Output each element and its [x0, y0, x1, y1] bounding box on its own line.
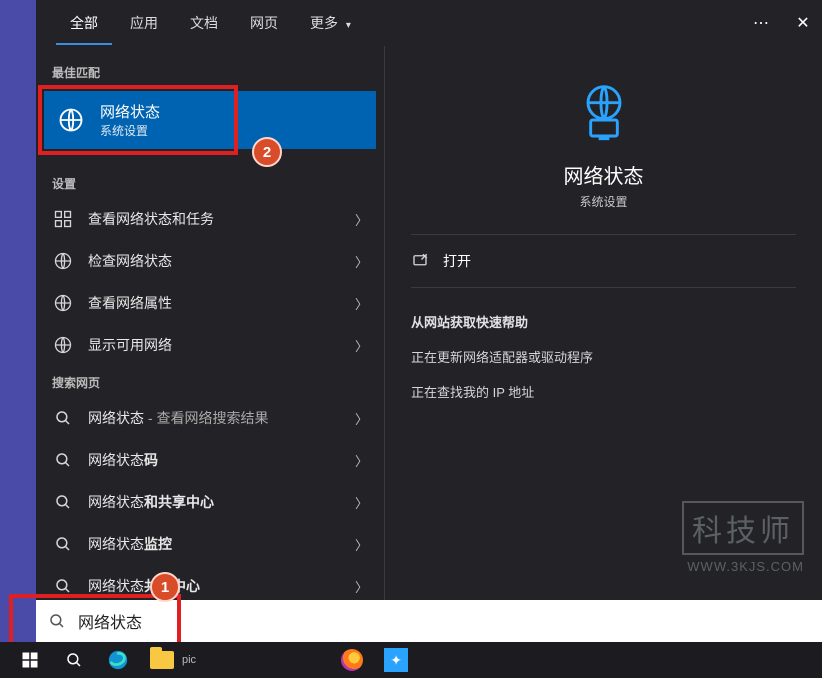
tab-web[interactable]: 网页 — [236, 1, 292, 45]
start-button[interactable] — [16, 646, 44, 674]
result-label: 检查网络状态 — [88, 251, 341, 271]
file-explorer-icon[interactable] — [148, 646, 176, 674]
annotation-marker-1: 1 — [150, 572, 180, 602]
tab-all[interactable]: 全部 — [56, 1, 112, 45]
chevron-right-icon: 〉 — [355, 577, 368, 596]
search-input[interactable] — [78, 612, 378, 630]
section-search-web: 搜索网页 — [36, 366, 384, 397]
result-label: 网络状态 - 查看网络搜索结果 — [88, 408, 341, 428]
result-label: 网络状态码 — [88, 450, 341, 470]
search-icon — [52, 491, 74, 513]
search-tabs: 全部 应用 文档 网页 更多 ▾ ⋯ ✕ — [36, 0, 822, 46]
desktop-left-strip — [0, 0, 36, 678]
annotation-marker-2: 2 — [252, 137, 282, 167]
tab-more-label: 更多 — [310, 15, 338, 31]
section-settings: 设置 — [36, 167, 384, 198]
chevron-right-icon: 〉 — [355, 336, 368, 355]
best-match-title: 网络状态 — [100, 101, 160, 122]
web-result[interactable]: 网络状态码〉 — [36, 439, 384, 481]
chevron-right-icon: 〉 — [355, 409, 368, 428]
help-heading: 从网站获取快速帮助 — [411, 312, 796, 331]
settings-result[interactable]: 检查网络状态〉 — [36, 240, 384, 282]
search-icon — [52, 533, 74, 555]
open-action[interactable]: 打开 — [411, 235, 796, 288]
detail-pane: 网络状态 系统设置 打开 从网站获取快速帮助 正在更新网络适配器或驱动程序正在查… — [384, 46, 822, 640]
web-result[interactable]: 网络状态监控〉 — [36, 523, 384, 565]
control-panel-icon — [52, 208, 74, 230]
chevron-down-icon: ▾ — [346, 20, 351, 31]
chevron-right-icon: 〉 — [355, 493, 368, 512]
close-button[interactable]: ✕ — [784, 13, 822, 33]
firefox-icon[interactable] — [338, 646, 366, 674]
result-label: 网络状态和共享中心 — [88, 492, 341, 512]
search-icon — [52, 407, 74, 429]
chevron-right-icon: 〉 — [355, 294, 368, 313]
globe-icon — [52, 334, 74, 356]
chevron-right-icon: 〉 — [355, 451, 368, 470]
help-link[interactable]: 正在更新网络适配器或驱动程序 — [411, 347, 796, 366]
result-label: 查看网络状态和任务 — [88, 209, 341, 229]
tab-apps[interactable]: 应用 — [116, 1, 172, 45]
edge-icon[interactable] — [104, 646, 132, 674]
settings-result[interactable]: 查看网络状态和任务〉 — [36, 198, 384, 240]
taskbar: pic ✦ — [0, 642, 822, 678]
globe-icon — [56, 105, 86, 135]
detail-title: 网络状态 — [411, 160, 796, 189]
folder-label: pic — [182, 654, 196, 666]
result-label: 网络状态共享中心 — [88, 576, 341, 596]
settings-result[interactable]: 查看网络属性〉 — [36, 282, 384, 324]
tab-docs[interactable]: 文档 — [176, 1, 232, 45]
web-result[interactable]: 网络状态 - 查看网络搜索结果〉 — [36, 397, 384, 439]
best-match-result[interactable]: 网络状态 系统设置 2 — [44, 91, 376, 149]
help-link[interactable]: 正在查找我的 IP 地址 — [411, 382, 796, 401]
best-match-subtitle: 系统设置 — [100, 122, 160, 139]
search-icon — [52, 449, 74, 471]
globe-icon — [52, 250, 74, 272]
blue-app-icon[interactable]: ✦ — [382, 646, 410, 674]
detail-subtitle: 系统设置 — [411, 193, 796, 210]
search-icon — [48, 612, 66, 630]
section-best-match: 最佳匹配 — [36, 56, 384, 87]
web-result[interactable]: 网络状态和共享中心〉 — [36, 481, 384, 523]
result-label: 网络状态监控 — [88, 534, 341, 554]
search-icon — [52, 575, 74, 597]
more-options-button[interactable]: ⋯ — [742, 13, 780, 33]
network-status-large-icon — [572, 80, 636, 144]
results-column: 最佳匹配 网络状态 系统设置 2 设置 查看网络状态和任务〉检查网络状态〉查看网… — [36, 46, 384, 640]
search-panel: 全部 应用 文档 网页 更多 ▾ ⋯ ✕ 最佳匹配 网络状态 系统设置 — [36, 0, 822, 640]
chevron-right-icon: 〉 — [355, 535, 368, 554]
chevron-right-icon: 〉 — [355, 252, 368, 271]
result-label: 查看网络属性 — [88, 293, 341, 313]
tab-more[interactable]: 更多 ▾ — [296, 1, 365, 45]
chevron-right-icon: 〉 — [355, 210, 368, 229]
taskbar-search-icon[interactable] — [60, 646, 88, 674]
globe-icon — [52, 292, 74, 314]
search-box-container — [36, 600, 822, 642]
open-label: 打开 — [443, 251, 471, 271]
open-icon — [411, 252, 429, 270]
settings-result[interactable]: 显示可用网络〉 — [36, 324, 384, 366]
result-label: 显示可用网络 — [88, 335, 341, 355]
